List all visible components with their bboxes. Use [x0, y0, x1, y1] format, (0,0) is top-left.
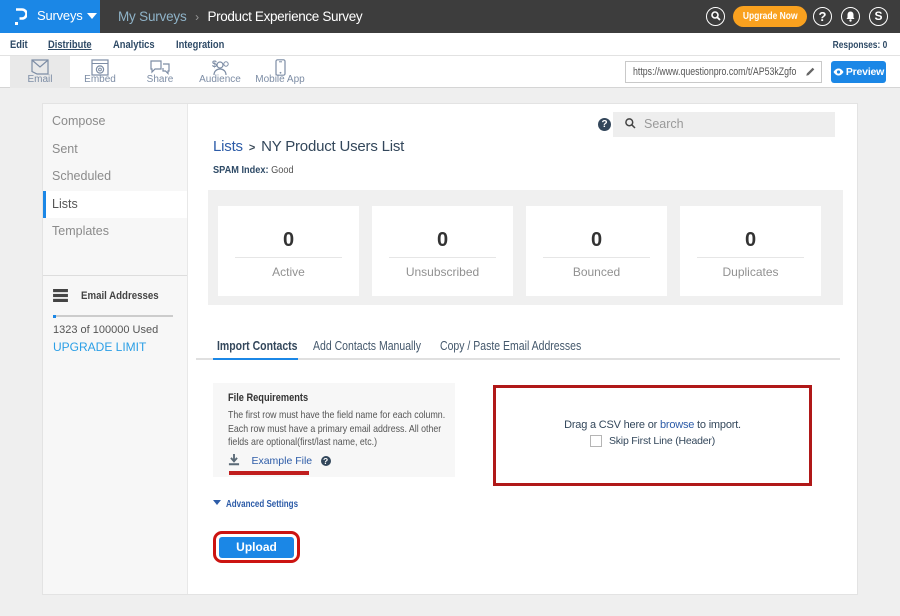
svg-text:$: $	[212, 59, 217, 69]
